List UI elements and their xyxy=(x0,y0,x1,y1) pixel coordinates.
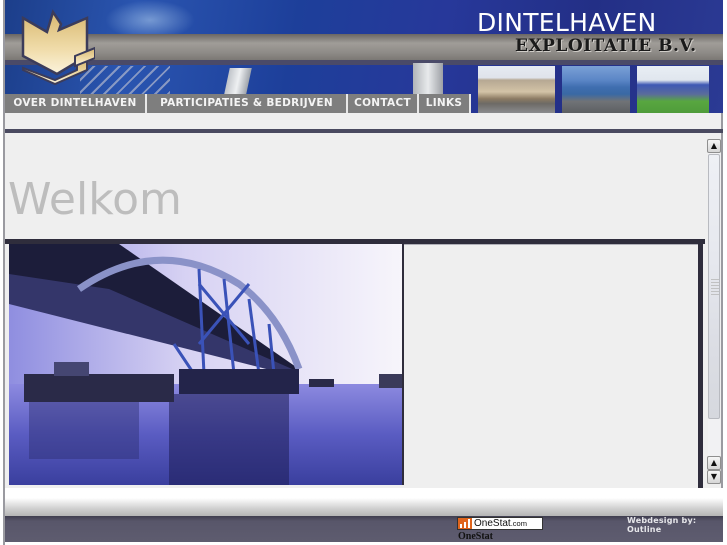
onestat-badge-suffix: .com xyxy=(510,519,527,528)
bridge-transport-photo xyxy=(9,244,402,485)
onestat-badge-main: OneStat xyxy=(474,518,511,529)
footer-spacer xyxy=(5,488,723,498)
office-building-photo xyxy=(478,66,555,113)
company-building-photo xyxy=(637,66,709,113)
scroll-down-button[interactable]: ▼ xyxy=(707,470,721,484)
nav-over-dintelhaven[interactable]: OVER DINTELHAVEN xyxy=(5,94,147,113)
onestat-badge-link[interactable]: OneStat.com xyxy=(457,517,543,530)
nav-participaties-bedrijven[interactable]: PARTICIPATIES & BEDRIJVEN xyxy=(147,94,348,113)
content-box-right-border xyxy=(698,239,703,488)
nav-contact[interactable]: CONTACT xyxy=(348,94,419,113)
dintelhaven-logo-icon[interactable] xyxy=(15,8,95,88)
site-subtitle: EXPLOITATIE B.V. xyxy=(515,36,697,56)
tower-image xyxy=(413,63,443,95)
site-title: DINTELHAVEN xyxy=(477,8,657,37)
scroll-grip-icon xyxy=(711,279,719,295)
footer-bar xyxy=(5,516,723,542)
onestat-chart-icon xyxy=(458,518,472,529)
banner-dark-bar xyxy=(5,60,723,65)
scroll-up-button-bottom[interactable]: ▲ xyxy=(707,456,721,470)
scroll-up-button[interactable]: ▲ xyxy=(707,139,721,153)
content-area: Welkom xyxy=(5,133,707,488)
bridge-illustration xyxy=(9,244,402,485)
footer-gradient xyxy=(5,498,723,516)
page-heading: Welkom xyxy=(8,174,182,225)
content-side-panel xyxy=(404,244,698,486)
nav-links[interactable]: LINKS xyxy=(419,94,471,113)
main-nav: OVER DINTELHAVEN PARTICIPATIES & BEDRIJV… xyxy=(5,94,471,113)
onestat-text-link[interactable]: OneStat xyxy=(458,531,493,542)
content-scrollbar[interactable]: ▲ ▲ ▼ xyxy=(707,139,721,484)
onestat-badge-text: OneStat.com xyxy=(474,518,527,529)
webdesign-credit-link[interactable]: Webdesign by: Outline xyxy=(627,516,727,534)
warehouse-photo xyxy=(562,66,630,113)
scroll-thumb[interactable] xyxy=(708,154,720,419)
chimney-image xyxy=(224,68,252,94)
